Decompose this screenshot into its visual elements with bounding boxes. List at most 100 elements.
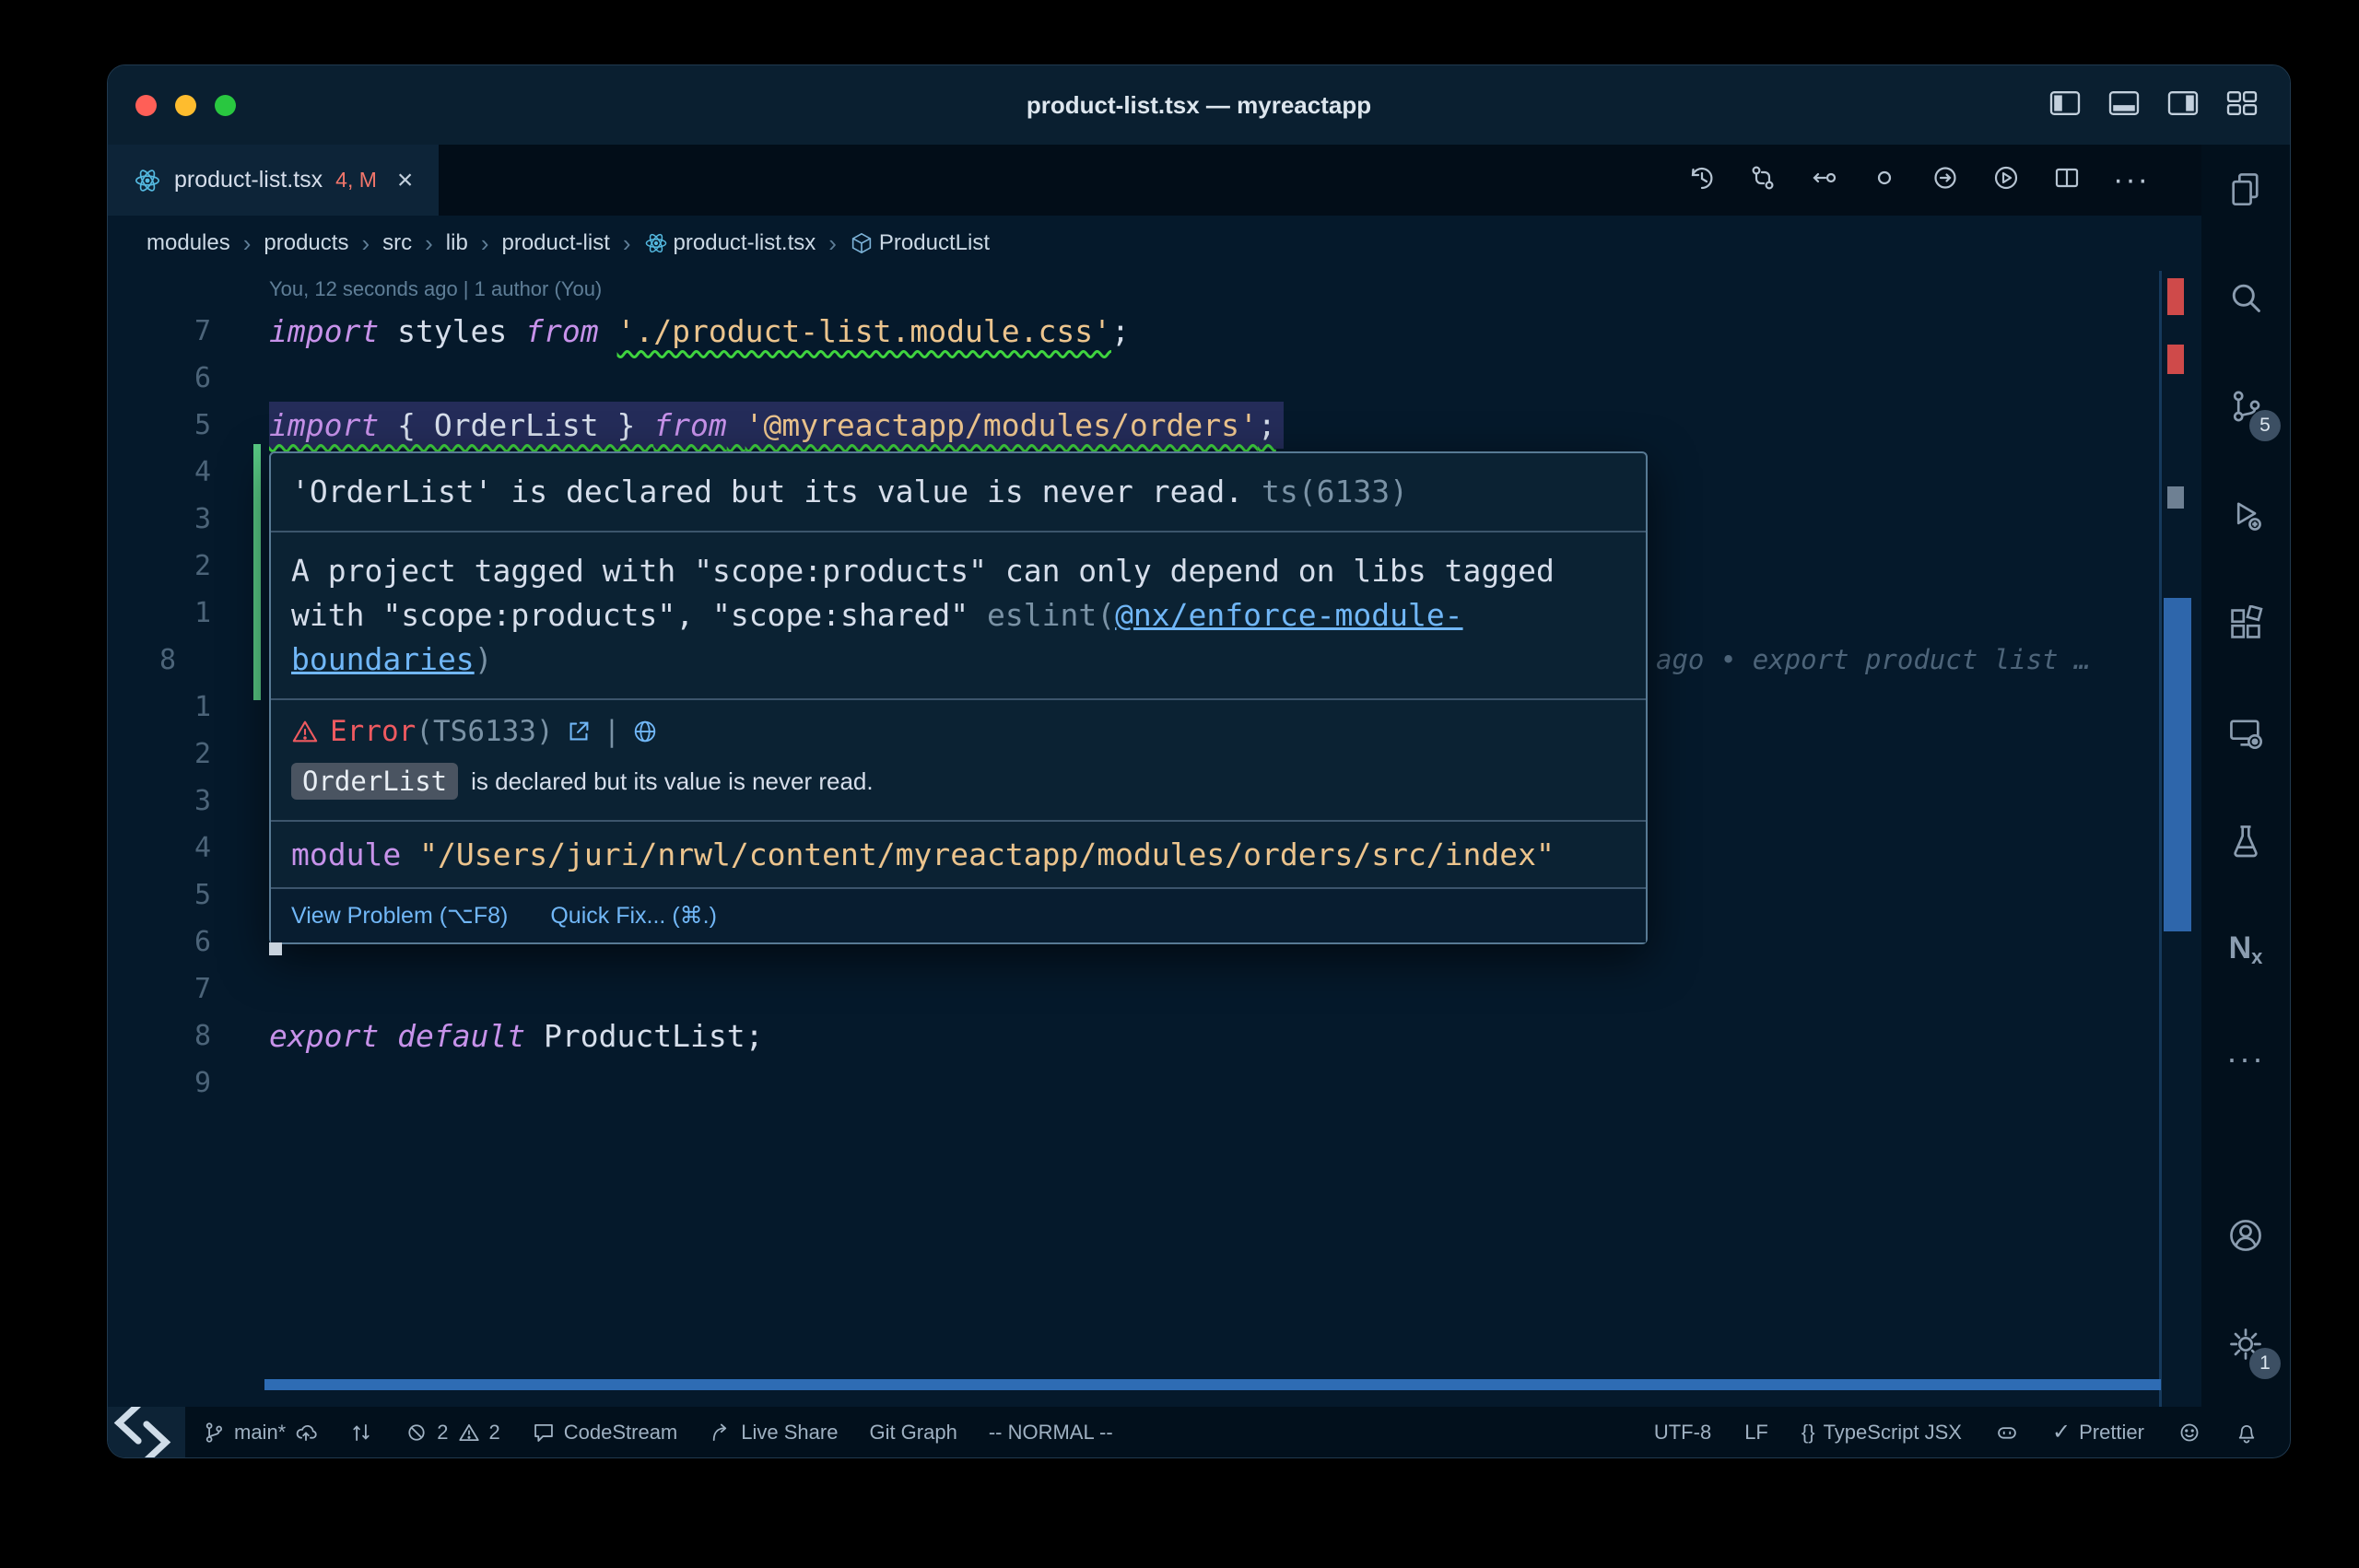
line-number: 9 xyxy=(108,1059,211,1106)
more-actions-icon[interactable]: ··· xyxy=(2113,162,2150,198)
chevron-right-icon: › xyxy=(241,229,253,258)
code-content[interactable]: import { OrderList } from '@myreactapp/m… xyxy=(269,402,1284,449)
line-number: 7 xyxy=(108,965,211,1012)
line-number: 1 xyxy=(108,590,211,637)
dot-circle-icon[interactable] xyxy=(1870,163,1899,197)
breadcrumb-symbol[interactable]: ProductList xyxy=(850,230,990,256)
breadcrumb-item[interactable]: src xyxy=(382,230,412,256)
git-graph-item[interactable]: Git Graph xyxy=(869,1421,957,1445)
breadcrumb-item[interactable]: product-list xyxy=(501,230,609,256)
remote-explorer-icon[interactable] xyxy=(2209,696,2283,769)
globe-icon[interactable] xyxy=(631,718,659,745)
breadcrumb-item[interactable]: products xyxy=(264,230,348,256)
cloud-upload-icon xyxy=(294,1421,318,1445)
zoom-window-button[interactable] xyxy=(215,95,236,116)
minimize-window-button[interactable] xyxy=(175,95,196,116)
tooltip-detail-row: OrderList is declared but its value is n… xyxy=(271,754,1646,822)
code-line: 9 xyxy=(108,1059,2201,1106)
explorer-icon[interactable] xyxy=(2209,152,2283,226)
history-icon[interactable] xyxy=(1687,163,1717,197)
rule-link[interactable]: @nx/enforce-module- xyxy=(1115,597,1463,633)
live-share-item[interactable]: Live Share xyxy=(709,1421,838,1445)
line-number: 4 xyxy=(108,825,211,872)
problems-item[interactable]: 2 2 xyxy=(405,1421,500,1445)
code-content[interactable]: export default ProductList; xyxy=(269,1012,763,1059)
run-debug-icon[interactable] xyxy=(2209,478,2283,552)
extensions-icon[interactable] xyxy=(2209,587,2283,661)
run-file-icon[interactable] xyxy=(1991,163,2021,197)
source-control-icon[interactable]: 5 xyxy=(2209,369,2283,443)
line-number: 6 xyxy=(108,919,211,965)
notifications-item[interactable] xyxy=(2235,1421,2259,1445)
activity-bar: 5 Nx ··· 1 xyxy=(2201,145,2290,1407)
breadcrumb-item[interactable]: modules xyxy=(147,230,230,256)
vim-mode-item[interactable]: -- NORMAL -- xyxy=(989,1421,1113,1445)
vertical-scrollbar-thumb[interactable] xyxy=(2164,598,2191,931)
next-change-icon[interactable] xyxy=(1931,163,1960,197)
line-number: 2 xyxy=(108,731,211,778)
rule-link[interactable]: boundaries xyxy=(291,641,475,677)
encoding-item[interactable]: UTF-8 xyxy=(1654,1421,1711,1445)
testing-icon[interactable] xyxy=(2209,804,2283,878)
tooltip-error-row: Error(TS6133) | xyxy=(271,700,1646,754)
codelens-blame[interactable]: You, 12 seconds ago | 1 author (You) xyxy=(108,271,2201,308)
quick-fix-link[interactable]: Quick Fix... (⌘.) xyxy=(550,902,717,930)
open-external-icon[interactable] xyxy=(565,718,593,745)
settings-gear-icon[interactable]: 1 xyxy=(2209,1307,2283,1381)
view-problem-link[interactable]: View Problem (⌥F8) xyxy=(291,902,508,930)
toggle-sidebar-icon[interactable] xyxy=(2048,89,2082,122)
editor[interactable]: You, 12 seconds ago | 1 author (You) 7 im… xyxy=(108,271,2201,1407)
warning-triangle-icon xyxy=(291,718,319,745)
line-number: 7 xyxy=(108,308,211,355)
editor-actions: ··· xyxy=(1687,145,2150,216)
close-window-button[interactable] xyxy=(135,95,157,116)
line-number: 1 xyxy=(108,684,211,731)
horizontal-scrollbar[interactable] xyxy=(264,1379,2161,1390)
branch-status-item[interactable]: main* xyxy=(202,1421,318,1445)
code-content[interactable]: import styles from './product-list.modul… xyxy=(269,308,1130,355)
line-number: 4 xyxy=(108,449,211,496)
feedback-item[interactable] xyxy=(2177,1421,2201,1445)
nx-console-icon[interactable]: Nx xyxy=(2209,913,2283,987)
warning-icon xyxy=(457,1421,481,1445)
line-number: 8 xyxy=(108,1012,211,1059)
eol-item[interactable]: LF xyxy=(1744,1421,1768,1445)
remote-window-button[interactable] xyxy=(108,1407,185,1457)
breadcrumb-file[interactable]: product-list.tsx xyxy=(644,230,816,256)
code-line: 6 xyxy=(108,355,2201,402)
prev-change-icon[interactable] xyxy=(1809,163,1838,197)
tooltip-ts-message: 'OrderList' is declared but its value is… xyxy=(271,453,1646,532)
line-number-current: 8 xyxy=(108,637,211,684)
compare-changes-item[interactable] xyxy=(349,1421,373,1445)
tooltip-footer: View Problem (⌥F8) Quick Fix... (⌘.) xyxy=(271,889,1646,942)
language-mode-item[interactable]: {}TypeScript JSX xyxy=(1802,1421,1962,1445)
open-changes-icon[interactable] xyxy=(1748,163,1778,197)
tooltip-resize-grip[interactable] xyxy=(269,942,282,955)
account-icon[interactable] xyxy=(2209,1199,2283,1272)
line-number: 3 xyxy=(108,778,211,825)
ruler-edge xyxy=(2159,271,2162,1407)
toggle-panel-icon[interactable] xyxy=(2107,89,2141,122)
check-icon: ✓ xyxy=(2052,1419,2071,1445)
codestream-item[interactable]: CodeStream xyxy=(532,1421,678,1445)
tab-problems-badge: 4, M xyxy=(335,168,377,193)
chevron-right-icon: › xyxy=(827,229,839,258)
breadcrumb-item[interactable]: lib xyxy=(446,230,468,256)
tab-product-list[interactable]: product-list.tsx 4, M × xyxy=(108,145,440,216)
code-line: 8 export default ProductList; xyxy=(108,1012,2201,1059)
traffic-lights xyxy=(108,95,236,116)
tab-bar: product-list.tsx 4, M × ··· xyxy=(108,145,2201,216)
copilot-status-item[interactable] xyxy=(1995,1421,2019,1445)
tooltip-module-row: module "/Users/juri/nrwl/content/myreact… xyxy=(271,822,1646,889)
search-icon[interactable] xyxy=(2209,261,2283,334)
line-number: 6 xyxy=(108,355,211,402)
customize-layout-icon[interactable] xyxy=(2225,89,2259,122)
more-views-icon[interactable]: ··· xyxy=(2209,1022,2283,1095)
close-tab-icon[interactable]: × xyxy=(397,167,414,194)
prettier-item[interactable]: ✓Prettier xyxy=(2052,1419,2144,1445)
split-editor-icon[interactable] xyxy=(2052,163,2082,197)
titlebar[interactable]: product-list.tsx — myreactapp xyxy=(108,65,2290,145)
scm-badge: 5 xyxy=(2249,410,2281,441)
toggle-secondary-sidebar-icon[interactable] xyxy=(2166,89,2200,122)
status-bar: main* 2 2 CodeStream Live Share xyxy=(108,1407,2290,1457)
